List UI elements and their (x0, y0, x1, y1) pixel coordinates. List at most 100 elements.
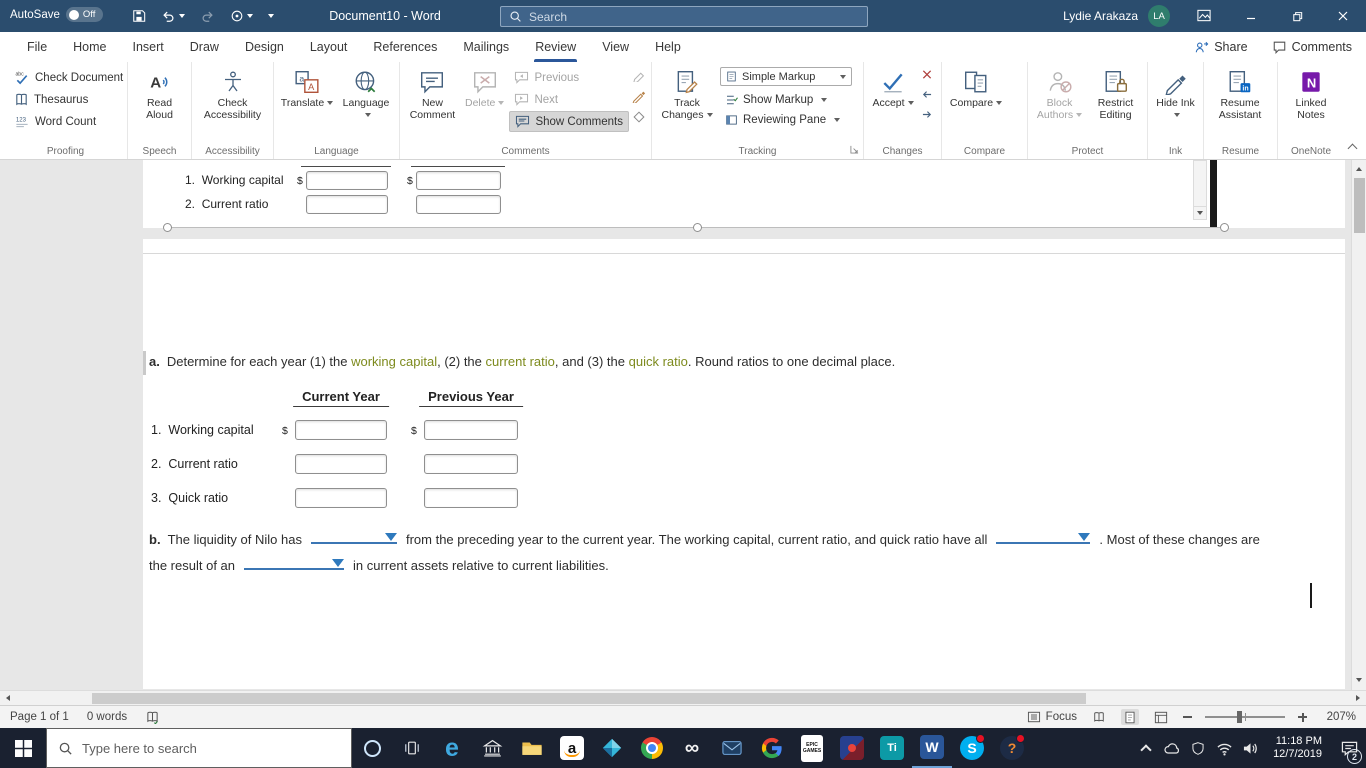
zoom-slider-thumb[interactable] (1237, 711, 1242, 723)
reject-change-icon[interactable] (920, 68, 934, 84)
show-markup-button[interactable]: Show Markup (720, 90, 856, 109)
object-scrollbar-down-button[interactable] (1194, 206, 1206, 219)
horizontal-scrollbar-thumb[interactable] (92, 693, 1086, 704)
taskbar-search[interactable] (46, 728, 352, 768)
liquidity-change-dropdown[interactable] (310, 532, 397, 544)
game-app-button[interactable] (832, 728, 872, 768)
word-count-indicator[interactable]: 0 words (87, 711, 127, 723)
translate-button[interactable]: aA Translate (279, 65, 335, 111)
ink-pen-icon[interactable] (632, 68, 646, 85)
compare-button[interactable]: Compare (947, 65, 1005, 111)
tab-review[interactable]: Review (522, 32, 589, 62)
taskbar-search-input[interactable] (82, 740, 340, 756)
comments-panel-button[interactable]: Comments (1272, 40, 1352, 54)
working-capital-previous-input[interactable] (424, 420, 518, 440)
check-accessibility-button[interactable]: Check Accessibility (197, 65, 268, 123)
focus-mode-button[interactable]: Focus (1027, 711, 1077, 723)
print-layout-button[interactable] (1121, 709, 1139, 725)
language-button[interactable]: Language (338, 65, 394, 123)
user-name[interactable]: Lydie Arakaza (1063, 9, 1138, 23)
taskbar-clock[interactable]: 11:18 PM 12/7/2019 (1263, 735, 1332, 762)
tab-home[interactable]: Home (60, 32, 119, 62)
tab-help[interactable]: Help (642, 32, 694, 62)
banking-app-button[interactable] (472, 728, 512, 768)
pencil-icon[interactable] (632, 89, 646, 106)
minimize-button[interactable] (1228, 0, 1274, 32)
scroll-right-button[interactable] (1351, 691, 1365, 705)
edge-button[interactable]: e (432, 728, 472, 768)
titlebar-search[interactable] (500, 6, 868, 27)
next-change-icon[interactable] (920, 108, 934, 124)
accept-button[interactable]: Accept (869, 65, 917, 111)
chrome-button[interactable] (632, 728, 672, 768)
next-comment-button[interactable]: Next (509, 89, 629, 110)
display-for-review-select[interactable]: Simple Markup (720, 67, 852, 86)
undo-button[interactable] (161, 9, 185, 23)
clipped-working-capital-previous-input[interactable] (416, 171, 501, 190)
tab-draw[interactable]: Draw (177, 32, 232, 62)
vertical-scrollbar[interactable] (1351, 160, 1366, 690)
page-indicator[interactable]: Page 1 of 1 (10, 711, 69, 723)
diamond-icon[interactable] (632, 110, 646, 127)
track-changes-button[interactable]: Track Changes (657, 65, 717, 123)
working-capital-current-input[interactable] (295, 420, 387, 440)
collapse-ribbon-button[interactable] (1347, 141, 1358, 155)
show-comments-button[interactable]: Show Comments (509, 111, 629, 132)
selection-handle-right[interactable] (1220, 223, 1229, 232)
autosave-toggle[interactable]: AutoSave Off (10, 7, 104, 22)
result-of-dropdown[interactable] (244, 558, 344, 570)
security-tray-icon[interactable] (1185, 728, 1211, 768)
quick-ratio-previous-input[interactable] (424, 488, 518, 508)
help-app-button[interactable]: ? (992, 728, 1032, 768)
tab-mailings[interactable]: Mailings (450, 32, 522, 62)
block-authors-button[interactable]: Block Authors (1033, 65, 1086, 123)
scroll-down-button[interactable] (1352, 673, 1366, 687)
user-avatar[interactable]: LA (1148, 5, 1170, 27)
google-button[interactable] (752, 728, 792, 768)
save-button[interactable] (132, 9, 146, 23)
reviewing-pane-button[interactable]: Reviewing Pane (720, 110, 856, 129)
zoom-out-button[interactable] (1183, 716, 1192, 718)
clipped-working-capital-current-input[interactable] (306, 171, 388, 190)
restore-button[interactable] (1274, 0, 1320, 32)
autosave-pill[interactable]: Off (65, 7, 104, 22)
zoom-level[interactable]: 207% (1320, 711, 1356, 723)
titlebar-search-input[interactable] (529, 9, 859, 24)
proofing-status-icon[interactable] (145, 711, 160, 724)
selection-handle-left[interactable] (163, 223, 172, 232)
epic-games-button[interactable]: EPIC GAMES (792, 728, 832, 768)
game-launcher-button[interactable] (592, 728, 632, 768)
term-quick-ratio[interactable]: quick ratio (629, 354, 688, 369)
term-working-capital[interactable]: working capital (351, 354, 437, 369)
term-current-ratio[interactable]: current ratio (486, 354, 555, 369)
skype-button[interactable]: S (952, 728, 992, 768)
restrict-editing-button[interactable]: Restrict Editing (1089, 65, 1142, 123)
hide-ink-button[interactable]: Hide Ink (1153, 65, 1198, 123)
word-count-button[interactable]: 123 Word Count (9, 111, 128, 132)
word-taskbar-button[interactable]: W (912, 728, 952, 768)
previous-comment-button[interactable]: Previous (509, 67, 629, 88)
infinity-app-button[interactable]: ∞ (672, 728, 712, 768)
linked-notes-button[interactable]: N Linked Notes (1283, 65, 1339, 123)
tab-file[interactable]: File (14, 32, 60, 62)
quick-ratio-current-input[interactable] (295, 488, 387, 508)
zoom-in-button[interactable] (1298, 712, 1307, 722)
zoom-slider[interactable] (1205, 711, 1285, 723)
redo-button[interactable] (200, 9, 215, 23)
touch-mouse-mode-button[interactable] (230, 9, 253, 23)
tab-insert[interactable]: Insert (120, 32, 177, 62)
tab-references[interactable]: References (360, 32, 450, 62)
scroll-up-button[interactable] (1352, 162, 1366, 176)
onedrive-tray-icon[interactable] (1159, 728, 1185, 768)
object-scrollbar[interactable] (1193, 160, 1207, 220)
ratios-change-dropdown[interactable] (996, 532, 1091, 544)
delete-comment-button[interactable]: Delete (463, 65, 507, 111)
read-mode-button[interactable] (1090, 709, 1108, 725)
horizontal-scrollbar[interactable] (0, 690, 1366, 705)
show-hidden-icons-button[interactable] (1133, 728, 1159, 768)
cortana-button[interactable] (352, 728, 392, 768)
previous-change-icon[interactable] (920, 88, 934, 104)
amazon-button[interactable]: a (552, 728, 592, 768)
read-aloud-button[interactable]: A Read Aloud (133, 65, 186, 123)
current-ratio-current-input[interactable] (295, 454, 387, 474)
